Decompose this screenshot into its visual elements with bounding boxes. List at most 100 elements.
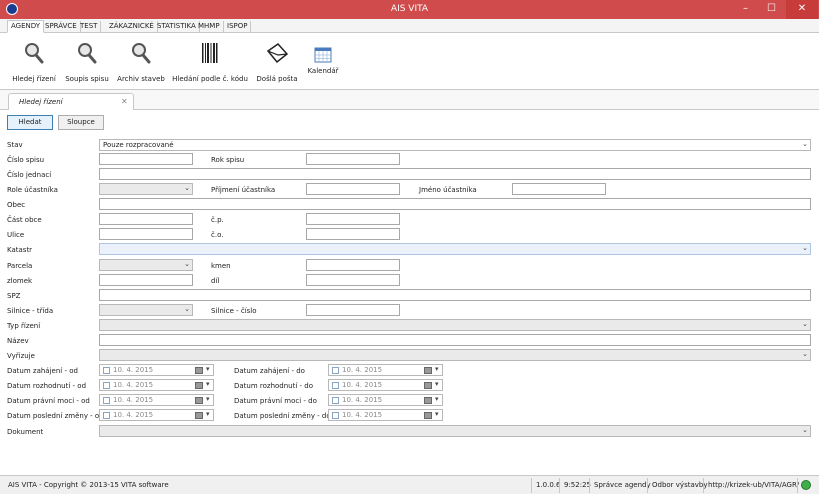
- stav-label: Stav: [7, 141, 23, 149]
- parcela-select[interactable]: ⌄: [99, 259, 193, 271]
- chevron-down-icon[interactable]: ▾: [435, 365, 439, 373]
- date-checkbox[interactable]: [103, 397, 110, 404]
- calendar-icon[interactable]: [424, 412, 432, 419]
- hledat-button[interactable]: Hledat: [7, 115, 53, 130]
- tab-zakaznicke[interactable]: ZÁKAZNICKÉ: [106, 21, 158, 33]
- jmeno-input[interactable]: [512, 183, 606, 195]
- silnice-cislo-input[interactable]: [306, 304, 400, 316]
- tab-statistika[interactable]: STATISTIKA: [154, 21, 200, 33]
- status-separator: [797, 478, 798, 493]
- tab-mhmp[interactable]: MHMP: [195, 21, 224, 33]
- chevron-down-icon[interactable]: ▾: [435, 380, 439, 388]
- tab-agendy[interactable]: AGENDY: [7, 20, 45, 33]
- hledani-kod-button[interactable]: Hledání podle č. kódu: [172, 37, 248, 87]
- doc-tab-hledej-rizeni[interactable]: Hledej řízení ✕: [8, 93, 134, 110]
- cp-input[interactable]: [306, 213, 400, 225]
- spz-input[interactable]: [99, 289, 811, 301]
- tab-spravce[interactable]: SPRÁVCE: [42, 21, 81, 33]
- vyrizuje-label: Vyřizuje: [7, 352, 35, 360]
- hledej-rizeni-button[interactable]: Hledej řízení: [10, 37, 58, 87]
- calendar-icon[interactable]: [195, 382, 203, 389]
- calendar-icon[interactable]: [424, 367, 432, 374]
- soupis-spisu-button[interactable]: Soupis spisu: [62, 37, 112, 87]
- calendar-icon[interactable]: [195, 412, 203, 419]
- rozhodnuti-do-label: Datum rozhodnutí - do: [234, 382, 314, 390]
- close-button[interactable]: ✕: [786, 0, 818, 19]
- dokument-select[interactable]: ⌄: [99, 425, 811, 437]
- chevron-down-icon[interactable]: ▾: [435, 395, 439, 403]
- date-checkbox[interactable]: [103, 382, 110, 389]
- chevron-down-icon[interactable]: ▾: [206, 365, 210, 373]
- cast-obce-label: Část obce: [7, 216, 42, 224]
- date-checkbox[interactable]: [103, 367, 110, 374]
- calendar-icon[interactable]: [195, 367, 203, 374]
- chevron-down-icon[interactable]: ▾: [206, 395, 210, 403]
- kalendar-label: Kalendář: [307, 67, 339, 75]
- date-checkbox[interactable]: [332, 412, 339, 419]
- date-checkbox[interactable]: [332, 397, 339, 404]
- zlomek-label: zlomek: [7, 277, 33, 285]
- calendar-icon[interactable]: [424, 382, 432, 389]
- cislo-spisu-label: Číslo spisu: [7, 156, 45, 164]
- role-select[interactable]: ⌄: [99, 183, 193, 195]
- date-checkbox[interactable]: [103, 412, 110, 419]
- cislo-jednaci-input[interactable]: [99, 168, 811, 180]
- calendar-icon[interactable]: [424, 397, 432, 404]
- pravni-od-label: Datum právní moci - od: [7, 397, 90, 405]
- zmena-od-label: Datum poslední změny - od: [7, 412, 104, 420]
- date-checkbox[interactable]: [332, 367, 339, 374]
- obec-input[interactable]: [99, 198, 811, 210]
- envelope-icon: [266, 43, 289, 64]
- date-checkbox[interactable]: [332, 382, 339, 389]
- minimize-button[interactable]: –: [733, 0, 758, 19]
- typ-rizeni-select[interactable]: ⌄: [99, 319, 811, 331]
- dil-input[interactable]: [306, 274, 400, 286]
- cislo-spisu-input[interactable]: [99, 153, 193, 165]
- pravni-do-label: Datum právní moci - do: [234, 397, 317, 405]
- vyrizuje-select[interactable]: ⌄: [99, 349, 811, 361]
- role-label: Role účastníka: [7, 186, 58, 194]
- zahajeni-do-date[interactable]: 10. 4. 2015 ▾: [328, 364, 443, 376]
- chevron-down-icon: ⌄: [802, 426, 808, 434]
- calendar-icon: [314, 47, 332, 63]
- sloupce-button[interactable]: Sloupce: [58, 115, 104, 130]
- dosla-posta-button[interactable]: Došlá pošta: [256, 37, 298, 87]
- rok-spisu-label: Rok spisu: [211, 156, 245, 164]
- stav-select[interactable]: Pouze rozpracované ⌄: [99, 139, 811, 151]
- chevron-down-icon[interactable]: ▾: [435, 410, 439, 418]
- pravni-od-date[interactable]: 10. 4. 2015 ▾: [99, 394, 214, 406]
- close-icon[interactable]: ✕: [121, 97, 128, 106]
- rozhodnuti-do-date[interactable]: 10. 4. 2015 ▾: [328, 379, 443, 391]
- zahajeni-od-date[interactable]: 10. 4. 2015 ▾: [99, 364, 214, 376]
- status-separator: [703, 478, 704, 493]
- cast-obce-input[interactable]: [99, 213, 193, 225]
- chevron-down-icon[interactable]: ▾: [206, 410, 210, 418]
- calendar-icon[interactable]: [195, 397, 203, 404]
- rozhodnuti-od-date[interactable]: 10. 4. 2015 ▾: [99, 379, 214, 391]
- silnice-trida-select[interactable]: ⌄: [99, 304, 193, 316]
- rozhodnuti-od-label: Datum rozhodnutí - od: [7, 382, 87, 390]
- katastr-select[interactable]: ⌄: [99, 243, 811, 255]
- kalendar-button[interactable]: Kalendář: [306, 37, 340, 81]
- zlomek-input[interactable]: [99, 274, 193, 286]
- magnifier-icon: [132, 43, 151, 64]
- tab-test[interactable]: TEST: [77, 21, 102, 33]
- maximize-button[interactable]: ☐: [759, 0, 784, 19]
- co-input[interactable]: [306, 228, 400, 240]
- chevron-down-icon[interactable]: ▾: [206, 380, 210, 388]
- chevron-down-icon: ⌄: [802, 320, 808, 328]
- zmena-do-date[interactable]: 10. 4. 2015 ▾: [328, 409, 443, 421]
- pravni-do-date[interactable]: 10. 4. 2015 ▾: [328, 394, 443, 406]
- archiv-staveb-button[interactable]: Archiv staveb: [116, 37, 166, 87]
- document-tab-bar: Hledej řízení ✕: [0, 90, 819, 110]
- jmeno-label: Jméno účastníka: [419, 186, 477, 194]
- zmena-od-date[interactable]: 10. 4. 2015 ▾: [99, 409, 214, 421]
- nazev-input[interactable]: [99, 334, 811, 346]
- tab-ispop[interactable]: ISPOP: [224, 21, 252, 33]
- kmen-input[interactable]: [306, 259, 400, 271]
- silnice-trida-label: Silnice - třída: [7, 307, 54, 315]
- prijmeni-input[interactable]: [306, 183, 400, 195]
- ulice-input[interactable]: [99, 228, 193, 240]
- status-separator: [647, 478, 648, 493]
- rok-spisu-input[interactable]: [306, 153, 400, 165]
